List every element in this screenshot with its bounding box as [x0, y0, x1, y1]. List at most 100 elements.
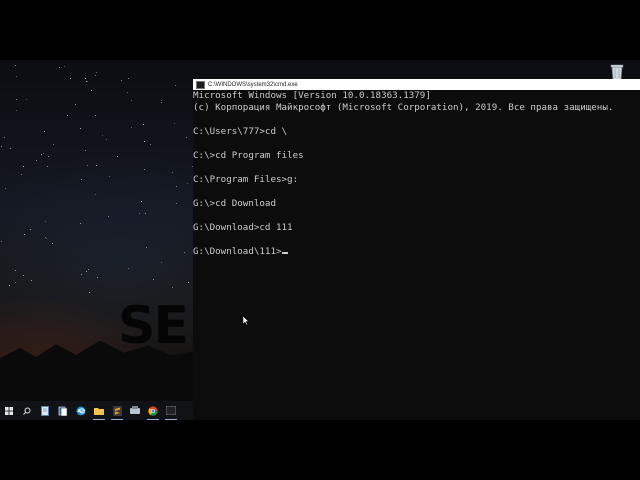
console-line: G:\>cd Download	[193, 198, 276, 209]
wallpaper-star	[150, 144, 151, 145]
wallpaper-star	[59, 67, 60, 68]
taskbar-edge[interactable]	[72, 401, 90, 420]
wallpaper-star	[161, 100, 162, 101]
console-output[interactable]: Microsoft Windows [Version 10.0.18363.13…	[193, 90, 640, 420]
console-line: (c) Корпорация Майкрософт (Microsoft Cor…	[193, 102, 614, 113]
wallpaper-star	[117, 156, 118, 157]
wallpaper-star	[95, 194, 96, 195]
wallpaper-star	[10, 148, 11, 149]
wallpaper-star	[53, 144, 54, 145]
wallpaper-star	[15, 270, 16, 271]
wallpaper-star	[16, 76, 17, 77]
search-icon	[23, 407, 31, 415]
wallpaper-star	[36, 160, 37, 161]
cards-icon	[58, 406, 68, 416]
wallpaper-star	[143, 124, 144, 125]
wallpaper-star	[64, 66, 65, 67]
taskbar-chrome[interactable]	[144, 401, 162, 420]
wallpaper-star	[176, 186, 177, 187]
wallpaper-star	[70, 78, 71, 79]
wallpaper-star	[75, 104, 76, 105]
wallpaper-star	[23, 166, 24, 167]
wallpaper-star	[187, 183, 188, 184]
wallpaper-star	[172, 172, 173, 173]
notepad-icon	[41, 405, 49, 416]
taskbar-cmd[interactable]	[162, 401, 180, 420]
wallpaper-star	[24, 234, 25, 235]
wallpaper-star	[87, 81, 88, 82]
wallpaper-star	[96, 165, 97, 166]
console-line: G:\Download>cd 111	[193, 222, 293, 233]
wallpaper-star	[184, 252, 185, 253]
wallpaper-text: SE	[118, 296, 189, 356]
console-line: C:\>cd Program files	[193, 150, 304, 161]
wallpaper-star	[131, 127, 132, 128]
wallpaper-star	[128, 78, 129, 79]
wallpaper-star	[46, 238, 47, 239]
wallpaper-star	[172, 287, 173, 288]
console-line: C:\Users\777>cd \	[193, 126, 288, 137]
video-letterbox-bottom	[0, 420, 640, 480]
wallpaper-star	[139, 213, 140, 214]
wallpaper-star	[141, 201, 142, 202]
wallpaper-star	[131, 100, 132, 101]
wallpaper-star	[146, 247, 147, 248]
wallpaper-star	[85, 78, 86, 79]
mouse-pointer-icon	[242, 313, 250, 326]
wallpaper-star	[109, 176, 110, 177]
cmd-window[interactable]: C:\WINDOWS\system32\cmd.exe Microsoft Wi…	[193, 79, 640, 420]
chrome-icon	[148, 405, 158, 416]
wallpaper-star	[45, 237, 46, 238]
wallpaper-star	[128, 268, 129, 269]
taskbar-app[interactable]	[126, 401, 144, 420]
wallpaper-star	[144, 169, 145, 170]
wallpaper-star	[88, 269, 89, 270]
wallpaper-star	[81, 274, 82, 275]
wallpaper-star	[87, 165, 88, 166]
cmd-titlebar[interactable]: C:\WINDOWS\system32\cmd.exe	[193, 79, 640, 90]
start-button[interactable]	[0, 401, 18, 420]
cmd-icon	[196, 80, 205, 89]
wallpaper-star	[16, 99, 17, 100]
search-button[interactable]	[18, 401, 36, 420]
wallpaper-star	[16, 110, 17, 111]
wallpaper-star	[43, 153, 44, 154]
taskbar-explorer[interactable]	[90, 401, 108, 420]
wallpaper-star	[174, 123, 175, 124]
window-title: C:\WINDOWS\system32\cmd.exe	[208, 81, 298, 88]
wallpaper-star	[121, 80, 122, 81]
wallpaper-star	[106, 139, 107, 140]
wallpaper-star	[161, 102, 162, 103]
wallpaper-star	[15, 282, 16, 283]
console-prompt: G:\Download\111>	[193, 246, 282, 257]
wallpaper-star	[15, 65, 16, 66]
text-cursor	[281, 252, 288, 254]
wallpaper-star	[9, 285, 10, 286]
wallpaper-star	[26, 99, 27, 100]
wallpaper-star	[31, 280, 32, 281]
taskbar-solitaire[interactable]	[54, 401, 72, 420]
wallpaper-star	[21, 174, 22, 175]
wallpaper-star	[96, 72, 97, 73]
wallpaper-star	[127, 92, 128, 93]
wallpaper-star	[186, 137, 187, 138]
wallpaper-star	[85, 150, 86, 151]
wallpaper-star	[67, 115, 68, 116]
wallpaper-star	[52, 243, 53, 244]
wallpaper-star	[1, 146, 2, 147]
taskbar-notepad[interactable]	[36, 401, 54, 420]
wallpaper-star	[30, 229, 31, 230]
taskbar-sublime[interactable]	[108, 401, 126, 420]
app-icon	[130, 406, 140, 414]
console-line: Microsoft Windows [Version 10.0.18363.13…	[193, 90, 431, 101]
wallpaper-star	[23, 275, 24, 276]
wallpaper-star	[145, 213, 146, 214]
folder-icon	[94, 407, 104, 415]
console-line: C:\Program Files>g:	[193, 174, 299, 185]
wallpaper-star	[47, 166, 48, 167]
console-prompt-line[interactable]: G:\Download\111>	[193, 246, 640, 258]
wallpaper-star	[89, 292, 90, 293]
